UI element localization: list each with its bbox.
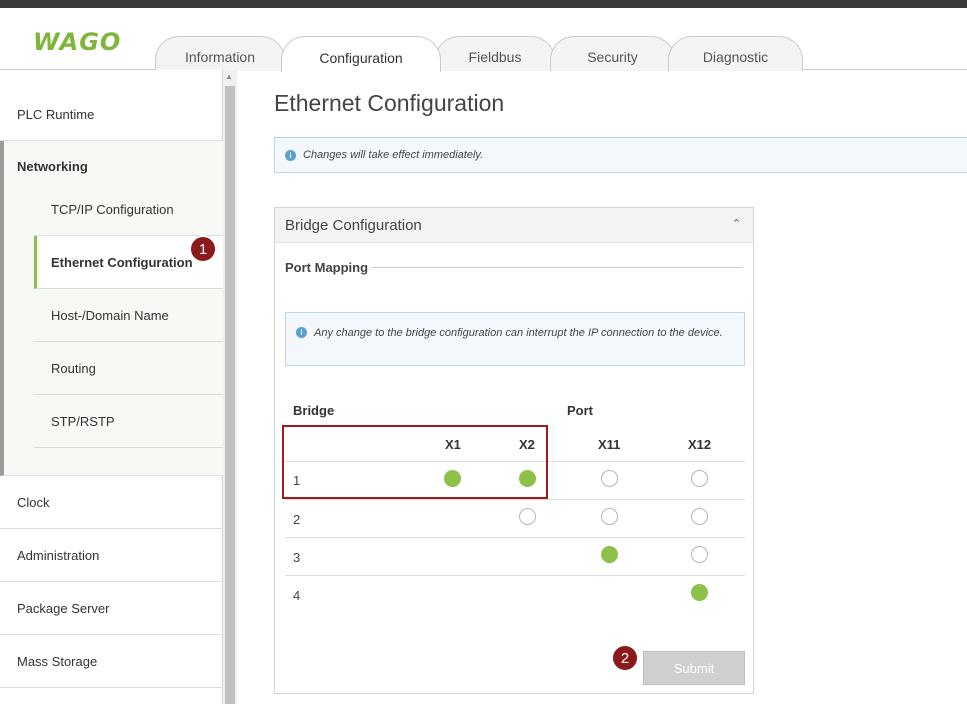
window-top-bar	[0, 0, 967, 8]
scrollbar-thumb[interactable]	[225, 86, 235, 704]
sidebar-item-networking[interactable]: Networking	[17, 159, 88, 174]
info-notice: i Changes will take effect immediately.	[274, 137, 967, 173]
row-divider	[285, 575, 745, 576]
section-divider	[371, 267, 743, 268]
sidebar-subitem-stp[interactable]: STP/RSTP	[34, 395, 223, 448]
port-radio-3-x11[interactable]	[601, 546, 618, 563]
sidebar-group-networking: Networking TCP/IP Configuration Ethernet…	[0, 141, 223, 476]
port-radio-4-x12[interactable]	[691, 584, 708, 601]
sidebar-subitem-host-domain[interactable]: Host-/Domain Name	[34, 289, 223, 342]
port-radio-2-x2[interactable]	[519, 508, 536, 525]
port-header-x2: X2	[519, 437, 535, 452]
port-header-x11: X11	[598, 437, 621, 452]
info-icon: i	[296, 327, 307, 338]
chevron-up-icon[interactable]: ⌃	[732, 217, 741, 230]
row-divider	[285, 537, 745, 538]
panel-title: Bridge Configuration	[285, 216, 422, 234]
submit-button[interactable]: Submit	[643, 651, 745, 685]
bridge-configuration-panel: Bridge Configuration ⌃ Port Mapping i An…	[274, 207, 754, 694]
app-header: WAGO Information Configuration Fieldbus …	[0, 8, 967, 72]
sidebar-item-mass-storage[interactable]: Mass Storage	[0, 635, 223, 688]
port-radio-1-x12[interactable]	[691, 470, 708, 487]
port-header-x1: X1	[445, 437, 461, 452]
tab-fieldbus[interactable]: Fieldbus	[435, 36, 555, 71]
sidebar-scrollbar[interactable]: ▲	[223, 70, 237, 704]
annotation-badge-1: 1	[189, 235, 217, 263]
tab-information[interactable]: Information	[155, 36, 285, 71]
port-radio-1-x11[interactable]	[601, 470, 618, 487]
sidebar-subitem-tcpip[interactable]: TCP/IP Configuration	[34, 183, 223, 236]
page-title: Ethernet Configuration	[274, 90, 505, 116]
sidebar-nav: PLC Runtime Networking TCP/IP Configurat…	[0, 70, 223, 704]
sidebar-item-package-server[interactable]: Package Server	[0, 582, 223, 635]
row-divider	[285, 499, 745, 500]
section-title: Port Mapping	[285, 260, 369, 275]
bridge-warning-text: Any change to the bridge configuration c…	[314, 327, 723, 339]
row-divider	[285, 461, 745, 462]
bridge-row-label: 2	[293, 512, 301, 527]
tab-diagnostic[interactable]: Diagnostic	[668, 36, 803, 71]
annotation-highlight-box	[282, 425, 548, 499]
panel-header[interactable]: Bridge Configuration ⌃	[275, 208, 753, 243]
port-radio-2-x12[interactable]	[691, 508, 708, 525]
annotation-badge-2: 2	[611, 644, 639, 672]
tab-security[interactable]: Security	[550, 36, 675, 71]
port-column-header: Port	[567, 403, 593, 418]
bridge-column-header: Bridge	[293, 403, 335, 418]
port-header-x12: X12	[688, 437, 712, 452]
bridge-row-label: 3	[293, 550, 301, 565]
info-notice-text: Changes will take effect immediately.	[303, 149, 484, 161]
sidebar-subitem-routing[interactable]: Routing	[34, 342, 223, 395]
bridge-row-label: 1	[293, 473, 301, 488]
bridge-warning: i Any change to the bridge configuration…	[285, 312, 745, 366]
info-icon: i	[285, 149, 296, 161]
port-radio-3-x12[interactable]	[691, 546, 708, 563]
sidebar-item-administration[interactable]: Administration	[0, 529, 223, 582]
sidebar-item-clock[interactable]: Clock	[0, 476, 223, 529]
tab-configuration[interactable]: Configuration	[281, 36, 441, 72]
scroll-up-icon[interactable]: ▲	[225, 72, 233, 81]
port-radio-1-x1[interactable]	[444, 470, 461, 487]
wago-logo: WAGO	[33, 28, 122, 56]
port-radio-1-x2[interactable]	[519, 470, 536, 487]
bridge-row-label: 4	[293, 588, 301, 603]
sidebar-item-plc-runtime[interactable]: PLC Runtime	[0, 88, 223, 141]
port-radio-2-x11[interactable]	[601, 508, 618, 525]
